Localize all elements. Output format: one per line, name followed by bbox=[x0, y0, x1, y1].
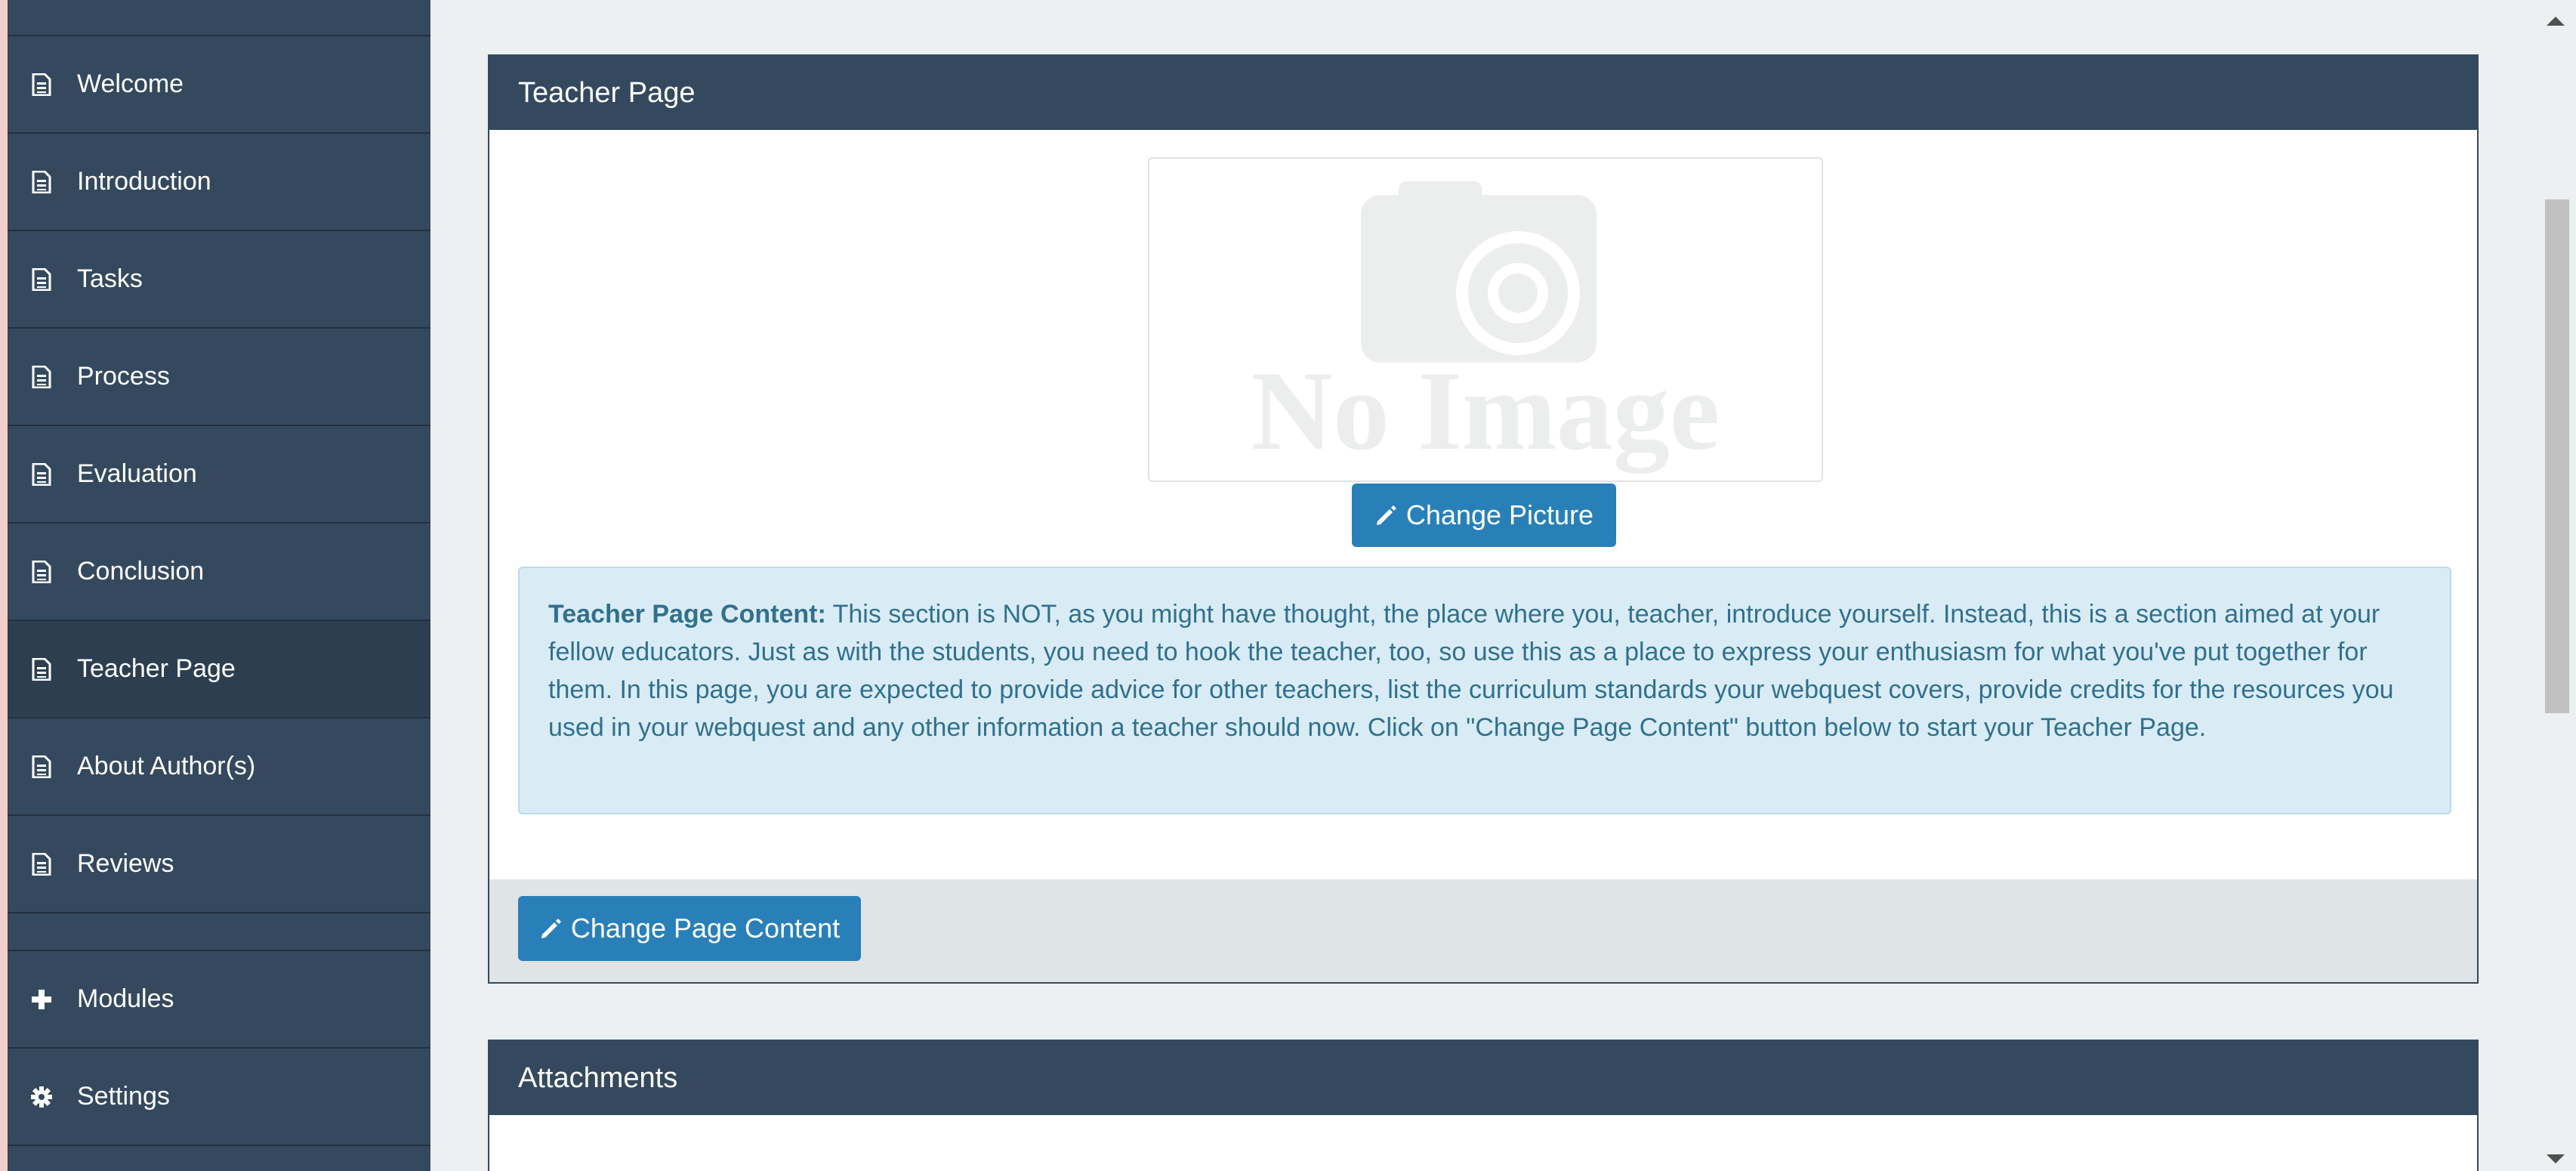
sidebar-item-label: Introduction bbox=[77, 167, 211, 196]
pencil-icon bbox=[539, 916, 563, 941]
scroll-down-arrow-icon[interactable] bbox=[2547, 1154, 2565, 1163]
panel-footer: Change Page Content bbox=[489, 879, 2477, 982]
file-text-icon bbox=[30, 559, 53, 585]
placeholder-image: No Image bbox=[1148, 157, 1823, 482]
panel-title: Teacher Page bbox=[518, 76, 696, 109]
vertical-scrollbar[interactable] bbox=[2537, 0, 2576, 1171]
change-page-content-label: Change Page Content bbox=[570, 913, 841, 944]
sidebar-item-label: Process bbox=[77, 362, 170, 391]
sidebar-item-welcome[interactable]: Welcome bbox=[8, 36, 430, 134]
no-image-text: No Image bbox=[1251, 348, 1720, 474]
plus-icon bbox=[30, 987, 53, 1012]
change-page-content-button[interactable]: Change Page Content bbox=[518, 896, 861, 961]
teacher-page-panel: Teacher Page No Image Change Picture Tea… bbox=[488, 54, 2479, 984]
sidebar: Welcome Introduction Tasks Process Evalu bbox=[8, 0, 430, 1171]
sidebar-item-label: Settings bbox=[77, 1082, 170, 1111]
sidebar-item-about-authors[interactable]: About Author(s) bbox=[8, 718, 430, 816]
scroll-up-arrow-icon[interactable] bbox=[2547, 17, 2565, 26]
file-text-icon bbox=[30, 754, 53, 780]
file-text-icon bbox=[30, 657, 53, 682]
info-label: Teacher Page Content: bbox=[548, 600, 826, 629]
sidebar-item-conclusion[interactable]: Conclusion bbox=[8, 524, 430, 621]
sidebar-item-reviews[interactable]: Reviews bbox=[8, 816, 430, 913]
sidebar-item-teacher-page[interactable]: Teacher Page bbox=[8, 621, 430, 718]
sidebar-item-label: Tasks bbox=[77, 264, 143, 293]
pencil-icon bbox=[1374, 503, 1399, 527]
sidebar-item-tasks[interactable]: Tasks bbox=[8, 231, 430, 329]
sidebar-item-label: Welcome bbox=[77, 70, 184, 98]
sidebar-item-label: Reviews bbox=[77, 849, 174, 878]
sidebar-spacer bbox=[8, 913, 430, 951]
file-text-icon bbox=[30, 169, 53, 195]
sidebar-item-introduction[interactable]: Introduction bbox=[8, 134, 430, 231]
change-picture-label: Change Picture bbox=[1405, 499, 1594, 530]
file-text-icon bbox=[30, 364, 53, 390]
sidebar-item-label: Modules bbox=[77, 984, 174, 1013]
panel-header: Attachments bbox=[489, 1041, 2477, 1115]
attachments-panel: Attachments bbox=[488, 1040, 2479, 1171]
file-text-icon bbox=[30, 851, 53, 877]
sidebar-item-settings[interactable]: Settings bbox=[8, 1049, 430, 1146]
sidebar-top bbox=[8, 0, 430, 36]
camera-icon bbox=[1361, 181, 1597, 363]
gear-icon bbox=[30, 1084, 53, 1110]
panel-title: Attachments bbox=[518, 1061, 678, 1094]
sidebar-item-label: About Author(s) bbox=[77, 752, 256, 780]
main-content: Teacher Page No Image Change Picture Tea… bbox=[430, 0, 2537, 1171]
change-picture-button[interactable]: Change Picture bbox=[1352, 484, 1616, 547]
sidebar-item-process[interactable]: Process bbox=[8, 329, 430, 426]
sidebar-item-evaluation[interactable]: Evaluation bbox=[8, 426, 430, 524]
file-text-icon bbox=[30, 462, 53, 487]
panel-header: Teacher Page bbox=[489, 56, 2477, 130]
sidebar-item-label: Evaluation bbox=[77, 459, 197, 488]
scrollbar-thumb[interactable] bbox=[2545, 199, 2569, 713]
file-text-icon bbox=[30, 267, 53, 292]
sidebar-item-label: Teacher Page bbox=[77, 654, 236, 683]
file-text-icon bbox=[30, 72, 53, 97]
app-window: Welcome Introduction Tasks Process Evalu bbox=[8, 0, 2576, 1171]
teacher-page-info-alert: Teacher Page Content: This section is NO… bbox=[518, 567, 2451, 814]
sidebar-item-modules[interactable]: Modules bbox=[8, 951, 430, 1049]
sidebar-item-label: Conclusion bbox=[77, 557, 205, 586]
